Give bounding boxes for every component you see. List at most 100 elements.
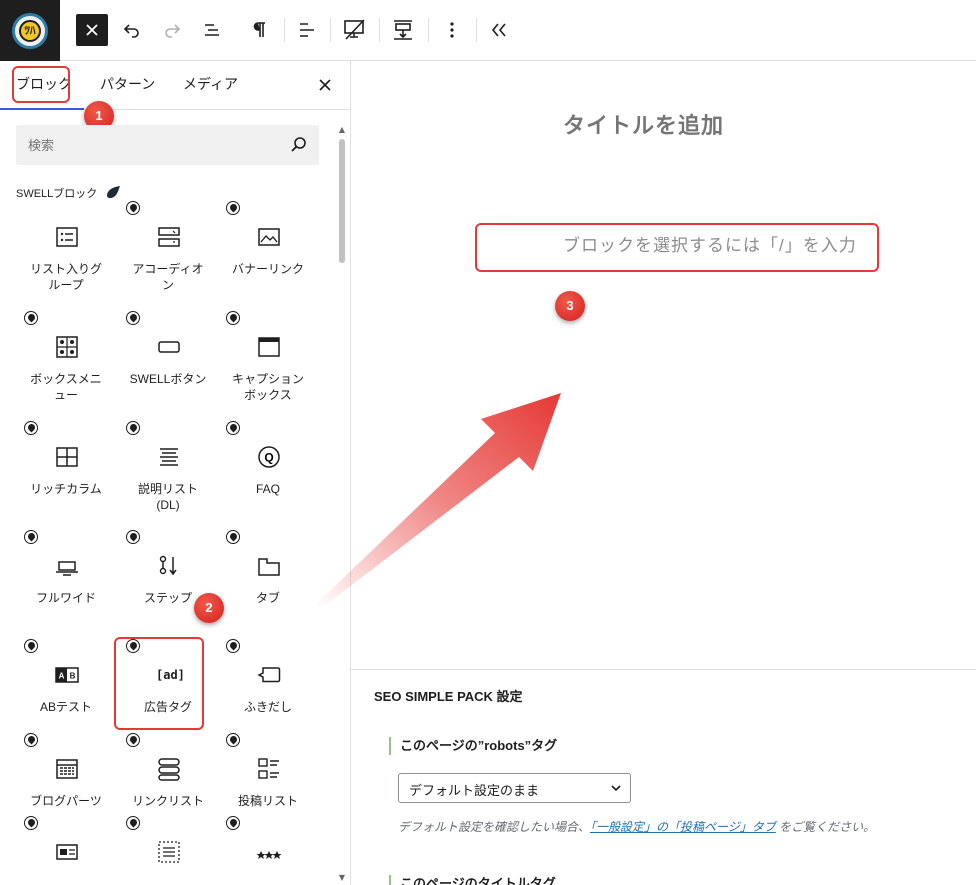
swell-badge-icon <box>126 311 140 325</box>
general-settings-link[interactable]: 「一般設定」の「投稿ページ」タブ <box>590 820 776 834</box>
scroll-up-arrow[interactable]: ▲ <box>337 125 347 135</box>
post-title-input[interactable]: タイトルを追加 <box>563 108 724 140</box>
title-tag-label: このページのタイトルタグ <box>389 875 556 885</box>
block-label: ブログパーツ <box>30 794 102 808</box>
card-icon <box>54 839 80 865</box>
block-item-rating[interactable] <box>218 816 318 885</box>
help-suffix: をご覧ください。 <box>779 820 876 834</box>
block-inserter-panel: ブロック パターン メディア 1 SWELLブロック リスト入りグ ループアコー… <box>0 61 351 885</box>
swell-badge-icon <box>24 421 38 435</box>
undo-icon <box>123 24 139 38</box>
seo-simple-pack-panel: SEO SIMPLE PACK 設定 このページの”robots”タグ デフォル… <box>351 669 976 885</box>
site-logo-ring: ﾂﾊ <box>12 12 48 49</box>
swell-badge-icon <box>24 816 38 830</box>
swell-badge-icon <box>226 816 240 830</box>
scroll-down-arrow[interactable]: ▼ <box>337 873 347 883</box>
more-options-icon <box>450 22 454 38</box>
scroll-thumb[interactable] <box>339 139 345 263</box>
annotation-badge-3: 3 <box>555 291 585 321</box>
block-item-dashed-list[interactable] <box>118 816 218 885</box>
swell-badge-icon <box>226 530 240 544</box>
site-logo-mark: ﾂﾊ <box>19 19 41 42</box>
swell-badge-icon <box>126 201 140 215</box>
undo-button[interactable] <box>116 14 148 46</box>
block-item-card[interactable] <box>16 816 116 885</box>
block-item-balloon[interactable]: ふきだし <box>218 639 318 739</box>
editor-toolbar: ﾂﾊ <box>0 0 976 61</box>
paragraph-button[interactable] <box>243 14 275 46</box>
robots-select-value: デフォルト設定のまま <box>409 783 540 798</box>
block-label: リッチカラム <box>30 482 102 496</box>
annotation-badge-2: 2 <box>194 593 224 623</box>
close-panel-button[interactable] <box>313 73 337 97</box>
align-icon <box>300 23 314 37</box>
button-icon <box>156 334 182 360</box>
swell-device-button[interactable] <box>339 14 371 46</box>
site-logo-button[interactable]: ﾂﾊ <box>0 0 60 61</box>
swell-badge-icon <box>226 639 240 653</box>
block-label: フルワイド <box>35 591 96 605</box>
block-item-description-list[interactable]: 説明リスト (DL) <box>118 421 218 521</box>
block-label: キャプション ボックス <box>231 372 304 402</box>
block-item-faq[interactable]: Q FAQ <box>218 421 318 521</box>
toolbar-separator <box>428 18 429 42</box>
swell-badge-icon <box>126 421 140 435</box>
block-item-ab-test[interactable]: A B ABテスト <box>16 639 116 739</box>
close-inserter-button[interactable] <box>76 14 108 46</box>
block-item-caption-box[interactable]: キャプション ボックス <box>218 311 318 411</box>
search-icon <box>291 137 306 152</box>
collapse-toolbar-button[interactable] <box>483 14 515 46</box>
svg-text:B: B <box>70 672 76 681</box>
block-item-full-wide[interactable]: フルワイド <box>16 530 116 630</box>
seo-panel-title: SEO SIMPLE PACK 設定 <box>374 689 523 704</box>
blog-parts-icon <box>54 756 80 782</box>
dashed-list-icon <box>156 839 182 865</box>
block-item-box-menu[interactable]: ボックスメニ ュー <box>16 311 116 411</box>
balloon-icon <box>256 662 282 688</box>
banner-link-icon <box>256 224 282 250</box>
block-label: ふきだし <box>243 700 292 714</box>
post-list-icon <box>256 756 282 782</box>
block-spacing-icon <box>394 20 412 40</box>
block-label: バナーリンク <box>231 262 304 276</box>
block-search <box>16 125 319 165</box>
help-prefix: デフォルト設定を確認したい場合、 <box>398 820 591 834</box>
annotation-arrow <box>315 393 561 607</box>
tab-media[interactable]: メディア <box>183 61 238 110</box>
collapse-icon <box>491 23 506 37</box>
redo-button[interactable] <box>156 14 188 46</box>
swell-badge-icon <box>24 639 38 653</box>
block-placeholder-input[interactable]: ブロックを選択するには「/」を入力 <box>563 231 857 256</box>
editor-canvas: タイトルを追加 ブロックを選択するには「/」を入力 3 <box>315 61 976 669</box>
block-item-tab[interactable]: タブ <box>218 530 318 630</box>
block-label: 説明リスト (DL) <box>137 482 198 512</box>
list-view-button[interactable] <box>196 14 228 46</box>
svg-text:Q: Q <box>264 451 273 465</box>
chevron-down-icon <box>611 785 621 792</box>
svg-text:A: A <box>59 672 65 681</box>
block-item-accordion[interactable]: アコーディオ ン <box>118 201 218 301</box>
block-item-button[interactable]: SWELLボタン <box>118 311 218 411</box>
block-spacing-button[interactable] <box>387 14 419 46</box>
swell-logo-icon <box>107 186 120 199</box>
tab-patterns[interactable]: パターン <box>100 61 155 110</box>
rating-icon <box>256 839 282 865</box>
active-tab-indicator <box>0 108 84 110</box>
robots-select[interactable]: デフォルト設定のまま <box>398 773 631 803</box>
block-search-input[interactable] <box>16 125 286 165</box>
block-item-list-group[interactable]: リスト入りグ ループ <box>16 201 116 301</box>
paragraph-icon <box>253 22 265 37</box>
align-button[interactable] <box>291 14 323 46</box>
highlight-ad-tag-block <box>114 637 204 730</box>
block-item-rich-column[interactable]: リッチカラム <box>16 421 116 521</box>
swell-badge-icon <box>126 816 140 830</box>
toolbar-separator <box>476 18 477 42</box>
block-label: 投稿リスト <box>237 794 298 808</box>
block-label: FAQ <box>255 482 280 496</box>
block-item-banner-link[interactable]: バナーリンク <box>218 201 318 301</box>
accordion-icon <box>156 224 182 250</box>
swell-badge-icon <box>226 421 240 435</box>
more-options-button[interactable] <box>436 14 468 46</box>
robots-label: このページの”robots”タグ <box>389 737 557 755</box>
swell-badge-icon <box>24 311 38 325</box>
